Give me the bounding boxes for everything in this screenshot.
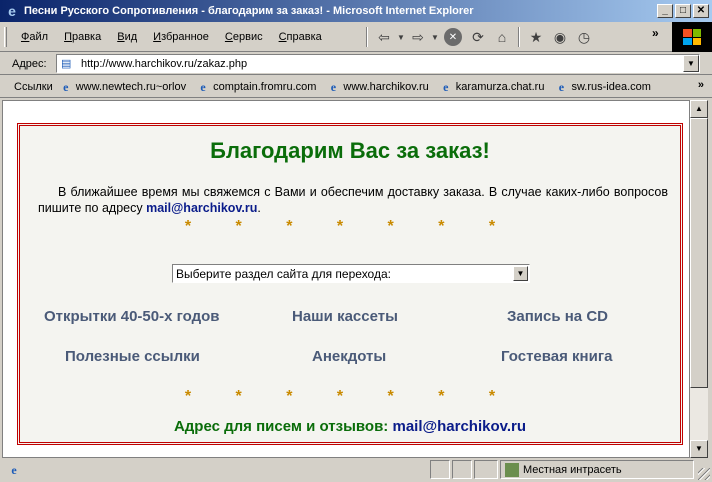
media-icon[interactable]: ◉ bbox=[548, 26, 572, 48]
address-bar: Адрес: ▤ ▼ bbox=[0, 53, 712, 75]
scroll-down-icon[interactable]: ▼ bbox=[690, 440, 708, 458]
menu-favorites[interactable]: Избранное bbox=[145, 31, 217, 43]
link-newtech[interactable]: e www.newtech.ru~orlov bbox=[59, 80, 186, 94]
notice-text: В ближайшее время мы свяжемся с Вами и о… bbox=[38, 185, 668, 215]
link-label: www.harchikov.ru bbox=[343, 80, 429, 93]
content-frame: Благодарим Вас за заказ! В ближайшее вре… bbox=[17, 123, 683, 445]
menu-edit[interactable]: Правка bbox=[56, 31, 109, 43]
order-notice: В ближайшее время мы свяжемся с Вами и о… bbox=[38, 184, 668, 216]
link-label: comptain.fromru.com bbox=[213, 80, 317, 93]
notice-period: . bbox=[257, 201, 261, 215]
ie-page-icon: e bbox=[200, 79, 206, 94]
toolbar-separator bbox=[366, 27, 368, 47]
links-bar: Ссылки e www.newtech.ru~orlov e comptain… bbox=[0, 76, 712, 98]
nav-link-useful-links[interactable]: Полезные ссылки bbox=[65, 348, 200, 365]
footer-email-link[interactable]: mail@harchikov.ru bbox=[392, 418, 526, 435]
window-title: Песни Русского Сопротивления - благодари… bbox=[24, 5, 474, 17]
page-title: Благодарим Вас за заказ! bbox=[210, 138, 490, 163]
link-karamurza[interactable]: e karamurza.chat.ru bbox=[439, 79, 545, 94]
nav-toolbar: ⇦ ▼ ⇨ ▼ ✕ ⟳ ⌂ ★ ◉ ◷ bbox=[362, 24, 596, 50]
menu-file[interactable]: Файл bbox=[13, 31, 56, 43]
notice-email-link[interactable]: mail@harchikov.ru bbox=[146, 201, 257, 215]
minimize-button[interactable]: _ bbox=[657, 4, 673, 18]
footer-label: Адрес для писем и отзывов: bbox=[173, 418, 389, 435]
page-status-icon: e bbox=[11, 463, 17, 477]
status-pane bbox=[452, 460, 472, 479]
menu-tools[interactable]: Сервис bbox=[217, 31, 271, 43]
close-button[interactable]: ✕ bbox=[693, 4, 709, 18]
menu-help[interactable]: Справка bbox=[271, 31, 330, 43]
ie-page-icon: e bbox=[558, 79, 565, 94]
link-rus-idea[interactable]: e sw.rus-idea.com bbox=[554, 79, 651, 94]
scroll-up-icon[interactable]: ▲ bbox=[690, 100, 708, 118]
nav-link-cassettes[interactable]: Наши кассеты bbox=[292, 308, 398, 325]
menu-bar: Файл Правка Вид Избранное Сервис Справка… bbox=[0, 22, 712, 52]
ie-logo-icon: e bbox=[8, 3, 16, 19]
refresh-icon[interactable]: ⟳ bbox=[466, 26, 490, 48]
link-harchikov[interactable]: e www.harchikov.ru bbox=[326, 79, 429, 94]
history-icon[interactable]: ◷ bbox=[572, 26, 596, 48]
resize-grip-icon[interactable] bbox=[698, 468, 710, 480]
menu-view[interactable]: Вид bbox=[109, 31, 145, 43]
toolbar-separator bbox=[518, 27, 520, 47]
links-overflow-icon[interactable]: » bbox=[698, 79, 704, 91]
toolbar-grip[interactable] bbox=[4, 26, 7, 47]
vertical-scrollbar[interactable]: ▲ ▼ bbox=[690, 100, 708, 458]
address-input[interactable] bbox=[81, 57, 683, 70]
nav-link-jokes[interactable]: Анекдоты bbox=[312, 348, 386, 365]
back-arrow-icon[interactable]: ⇦ bbox=[372, 26, 396, 48]
page-icon: ▤ bbox=[61, 57, 72, 70]
forward-dropdown-icon[interactable]: ▼ bbox=[430, 26, 440, 48]
toolbar-overflow-icon[interactable]: » bbox=[652, 26, 659, 40]
link-label: sw.rus-idea.com bbox=[571, 80, 651, 93]
zone-label: Местная интрасеть bbox=[523, 463, 622, 476]
scroll-thumb[interactable] bbox=[690, 118, 708, 388]
security-zone: Местная интрасеть bbox=[500, 460, 694, 479]
section-select-value: Выберите раздел сайта для перехода: bbox=[176, 266, 391, 281]
address-dropdown-icon[interactable]: ▼ bbox=[683, 55, 699, 72]
favorites-icon[interactable]: ★ bbox=[524, 26, 548, 48]
select-dropdown-icon[interactable]: ▼ bbox=[513, 266, 528, 281]
home-icon[interactable]: ⌂ bbox=[490, 26, 514, 48]
nav-link-postcards[interactable]: Открытки 40-50-х годов bbox=[44, 308, 220, 325]
link-label: www.newtech.ru~orlov bbox=[75, 80, 187, 93]
stars-divider-bottom: * * * * * * * bbox=[184, 388, 516, 405]
maximize-button[interactable]: □ bbox=[675, 4, 691, 18]
stars-divider-top: * * * * * * * bbox=[184, 218, 516, 235]
title-bar: e Песни Русского Сопротивления - благода… bbox=[0, 0, 712, 22]
address-field[interactable]: ▤ ▼ bbox=[56, 54, 700, 73]
section-select[interactable]: Выберите раздел сайта для перехода: ▼ bbox=[172, 264, 530, 283]
intranet-zone-icon bbox=[505, 462, 519, 477]
nav-link-guestbook[interactable]: Гостевая книга bbox=[501, 348, 612, 365]
stop-icon[interactable]: ✕ bbox=[444, 28, 462, 46]
status-bar: e Местная интрасеть bbox=[0, 458, 712, 482]
windows-logo-icon bbox=[672, 22, 712, 52]
status-pane bbox=[474, 460, 498, 479]
nav-link-cd[interactable]: Запись на CD bbox=[507, 308, 608, 325]
forward-arrow-icon[interactable]: ⇨ bbox=[406, 26, 430, 48]
link-comptain[interactable]: e comptain.fromru.com bbox=[196, 80, 316, 94]
ie-page-icon: e bbox=[63, 79, 69, 94]
address-label: Адрес: bbox=[12, 57, 47, 70]
ie-page-icon: e bbox=[330, 79, 337, 94]
links-label: Ссылки bbox=[14, 80, 53, 93]
status-pane bbox=[430, 460, 450, 479]
link-label: karamurza.chat.ru bbox=[455, 80, 545, 93]
window-controls: _ □ ✕ bbox=[657, 4, 709, 18]
page-viewport: Благодарим Вас за заказ! В ближайшее вре… bbox=[2, 100, 690, 458]
back-dropdown-icon[interactable]: ▼ bbox=[396, 26, 406, 48]
ie-page-icon: e bbox=[443, 79, 449, 94]
footer-contact: Адрес для писем и отзывов: mail@harchiko… bbox=[20, 418, 680, 435]
